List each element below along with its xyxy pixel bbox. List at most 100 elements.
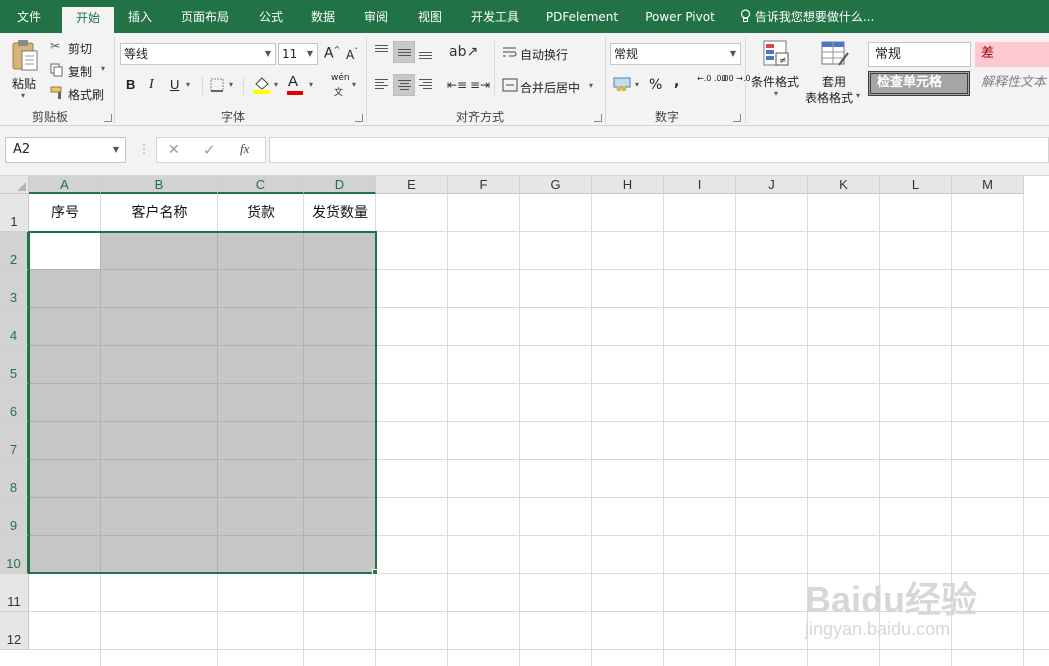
column-header-b[interactable]: B — [101, 176, 218, 194]
align-bottom-button[interactable] — [415, 41, 437, 63]
column-header-f[interactable]: F — [448, 176, 520, 194]
tab-page-layout[interactable]: 页面布局 — [174, 0, 236, 33]
percent-style-button[interactable]: % — [649, 77, 662, 93]
decrease-decimal-button[interactable]: .00 →.0 — [721, 74, 751, 83]
cell-a1[interactable]: 序号 — [29, 194, 101, 232]
cell-b1[interactable]: 客户名称 — [101, 194, 218, 232]
alignment-dialog-launcher-icon[interactable] — [594, 114, 602, 122]
row-header-8[interactable]: 8 — [0, 460, 29, 498]
phonetic-guide-button[interactable]: wén — [331, 73, 350, 83]
fill-color-bucket-icon[interactable] — [252, 75, 272, 95]
merge-center-button[interactable]: 合并后居中 — [520, 79, 580, 96]
tab-data[interactable]: 数据 — [302, 0, 344, 33]
underline-button[interactable]: U — [170, 77, 179, 92]
column-header-h[interactable]: H — [592, 176, 664, 194]
increase-indent-icon[interactable]: ≡⇥ — [470, 78, 490, 92]
column-header-i[interactable]: I — [664, 176, 736, 194]
row-header-12[interactable]: 12 — [0, 612, 29, 650]
column-header-d[interactable]: D — [304, 176, 376, 194]
cell-style-check-cell[interactable]: 检查单元格 — [868, 71, 970, 96]
tab-formulas[interactable]: 公式 — [250, 0, 292, 33]
font-color-button[interactable]: A — [288, 73, 298, 90]
accounting-dropdown-arrow-icon[interactable]: ▾ — [635, 80, 639, 89]
orientation-icon[interactable]: ab↗ — [449, 45, 478, 59]
column-header-j[interactable]: J — [736, 176, 808, 194]
tab-insert[interactable]: 插入 — [118, 0, 162, 33]
font-size-combo[interactable]: 11 ▼ — [278, 43, 318, 65]
decrease-indent-icon[interactable]: ⇤≡ — [447, 78, 467, 92]
formula-bar-resize-handle-icon[interactable]: ⋮ — [138, 142, 150, 156]
align-top-button[interactable] — [371, 41, 393, 63]
row-header-3[interactable]: 3 — [0, 270, 29, 308]
font-dialog-launcher-icon[interactable] — [355, 114, 363, 122]
fill-handle[interactable] — [372, 569, 378, 575]
row-header-7[interactable]: 7 — [0, 422, 29, 460]
borders-dropdown-arrow-icon[interactable]: ▾ — [229, 80, 233, 89]
row-header-5[interactable]: 5 — [0, 346, 29, 384]
tab-developer[interactable]: 开发工具 — [462, 0, 528, 33]
row-header-2[interactable]: 2 — [0, 232, 29, 270]
borders-icon[interactable] — [210, 78, 226, 92]
align-right-button[interactable] — [415, 74, 437, 96]
tab-power-pivot[interactable]: Power Pivot — [640, 0, 720, 33]
worksheet-grid[interactable]: 序号 客户名称 货款 发货数量 ABCDEFGHIJKLM 1234567891… — [0, 176, 1049, 666]
cancel-icon[interactable]: ✕ — [168, 142, 180, 158]
number-dialog-launcher-icon[interactable] — [733, 114, 741, 122]
row-header-6[interactable]: 6 — [0, 384, 29, 422]
align-center-button[interactable] — [393, 74, 415, 96]
row-header-9[interactable]: 9 — [0, 498, 29, 536]
format-painter-button[interactable]: 格式刷 — [48, 84, 108, 102]
paste-dropdown-arrow-icon[interactable]: ▾ — [21, 91, 25, 100]
underline-dropdown-arrow-icon[interactable]: ▾ — [186, 80, 190, 89]
column-header-c[interactable]: C — [218, 176, 304, 194]
tab-home[interactable]: 开始 — [62, 7, 114, 33]
bold-button[interactable]: B — [126, 77, 135, 92]
tab-review[interactable]: 审阅 — [355, 0, 397, 33]
column-header-g[interactable]: G — [520, 176, 592, 194]
wrap-text-button[interactable]: 自动换行 — [520, 46, 568, 63]
conditional-formatting-button[interactable]: ≠ 条件格式 ▾ — [750, 38, 802, 102]
insert-function-icon[interactable]: fx — [240, 141, 249, 157]
tab-view[interactable]: 视图 — [409, 0, 451, 33]
align-left-button[interactable] — [371, 74, 393, 96]
row-header-10[interactable]: 10 — [0, 536, 29, 574]
align-middle-button[interactable] — [393, 41, 415, 63]
row-header-1[interactable]: 1 — [0, 194, 29, 232]
increase-decimal-button[interactable]: ←.0 .00 — [697, 74, 727, 83]
paste-button[interactable]: 粘贴 ▾ — [6, 37, 44, 101]
row-header-4[interactable]: 4 — [0, 308, 29, 346]
font-name-combo[interactable]: 等线 ▼ — [120, 43, 276, 65]
column-header-a[interactable]: A — [29, 176, 101, 194]
cell-d1[interactable]: 发货数量 — [304, 194, 376, 232]
cell-c1[interactable]: 货款 — [218, 194, 304, 232]
clipboard-dialog-launcher-icon[interactable] — [104, 114, 112, 122]
number-format-combo[interactable]: 常规 ▼ — [610, 43, 741, 65]
comma-style-button[interactable]: , — [674, 74, 679, 90]
copy-button[interactable]: 复制 ▾ — [48, 61, 110, 79]
cell-style-explanatory[interactable]: 解释性文本 — [975, 71, 1049, 96]
column-header-l[interactable]: L — [880, 176, 952, 194]
column-header-k[interactable]: K — [808, 176, 880, 194]
fill-color-dropdown-arrow-icon[interactable]: ▾ — [274, 80, 278, 89]
phonetic-dropdown-arrow-icon[interactable]: ▾ — [352, 80, 356, 89]
copy-dropdown-arrow-icon[interactable]: ▾ — [101, 64, 105, 73]
row-header-11[interactable]: 11 — [0, 574, 29, 612]
enter-icon[interactable]: ✓ — [203, 141, 216, 159]
column-header-m[interactable]: M — [952, 176, 1024, 194]
format-as-table-button[interactable]: 套用 表格格式 ▾ — [804, 38, 864, 105]
cut-button[interactable]: ✂ 剪切 — [48, 38, 108, 56]
italic-button[interactable]: I — [149, 77, 154, 93]
tell-me-box[interactable]: 告诉我您想要做什么... — [740, 0, 874, 33]
cell-style-bad[interactable]: 差 — [975, 42, 1049, 67]
merge-dropdown-arrow-icon[interactable]: ▾ — [589, 81, 593, 90]
select-all-button[interactable] — [0, 176, 29, 194]
font-color-dropdown-arrow-icon[interactable]: ▾ — [309, 80, 313, 89]
accounting-format-icon[interactable] — [613, 76, 633, 92]
name-box[interactable]: A2 ▼ — [5, 137, 126, 163]
column-header-e[interactable]: E — [376, 176, 448, 194]
formula-input[interactable] — [269, 137, 1049, 163]
cell-style-normal[interactable]: 常规 — [868, 42, 971, 67]
tab-pdfelement[interactable]: PDFelement — [542, 0, 622, 33]
tab-file[interactable]: 文件 — [0, 0, 58, 33]
shrink-font-button[interactable]: Aˇ — [346, 47, 358, 62]
